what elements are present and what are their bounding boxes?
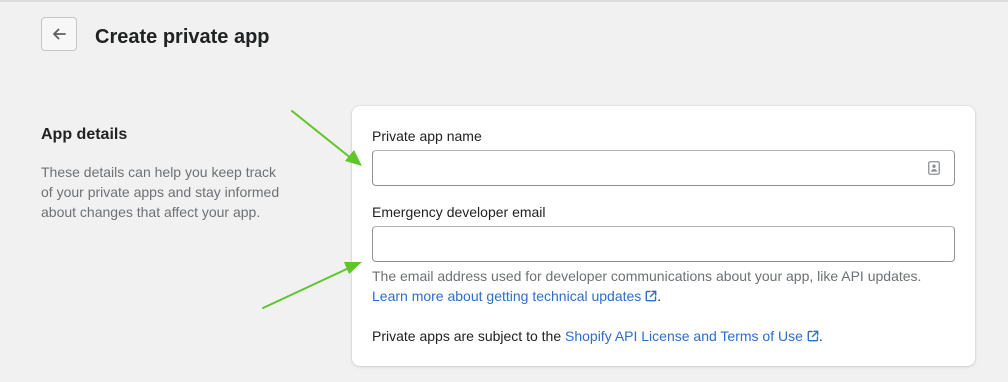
app-details-description: These details can help you keep track of… [41, 164, 280, 220]
app-details-title: App details [41, 126, 128, 143]
emergency-email-field [372, 226, 955, 262]
app-details-card: Private app name Emergency developer ema… [352, 106, 975, 366]
terms-link[interactable]: Shopify API License and Terms of Use [565, 328, 819, 344]
annotation-arrow-lower [262, 262, 362, 309]
arrow-left-icon [53, 28, 66, 40]
email-help-description: The email address used for developer com… [372, 268, 922, 284]
top-divider [0, 0, 1008, 2]
contact-card-icon[interactable] [928, 161, 940, 175]
email-help-text: The email address used for developer com… [372, 266, 962, 306]
technical-updates-link[interactable]: Learn more about getting technical updat… [372, 288, 657, 304]
private-app-name-label: Private app name [372, 128, 482, 144]
terms-notice: Private apps are subject to the Shopify … [372, 326, 823, 346]
technical-updates-suffix: . [657, 288, 662, 304]
back-button[interactable] [41, 17, 77, 51]
technical-updates-link-label: Learn more about getting technical updat… [372, 288, 642, 304]
private-app-name-input[interactable] [373, 151, 933, 185]
private-app-name-field [372, 150, 955, 186]
page-title: Create private app [95, 26, 270, 48]
terms-prefix: Private apps are subject to the [372, 328, 565, 344]
external-link-icon [645, 290, 657, 302]
terms-suffix: . [818, 328, 823, 344]
emergency-email-input[interactable] [373, 227, 933, 261]
emergency-email-label: Emergency developer email [372, 204, 546, 220]
external-link-icon [807, 330, 819, 342]
terms-link-label: Shopify API License and Terms of Use [565, 328, 803, 344]
